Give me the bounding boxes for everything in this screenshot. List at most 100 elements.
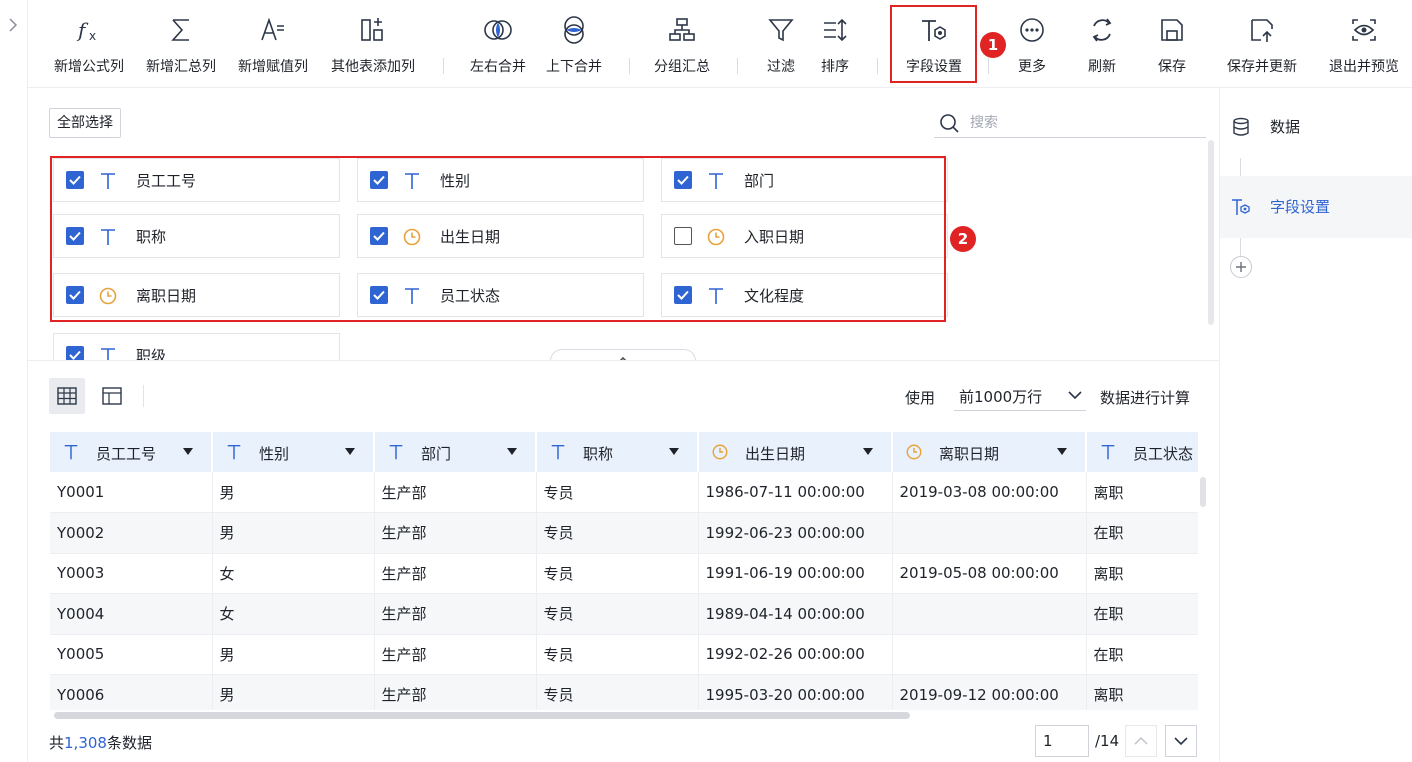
date-field-icon bbox=[905, 443, 923, 461]
group-summary-button[interactable]: 分组汇总 bbox=[645, 0, 719, 88]
field-search[interactable] bbox=[934, 108, 1206, 138]
toolbar-divider bbox=[877, 58, 878, 74]
caret-down-icon[interactable] bbox=[1057, 448, 1067, 456]
column-header[interactable]: 员工状态 bbox=[1086, 432, 1198, 472]
text-field-icon bbox=[1099, 443, 1117, 461]
save-and-update-button[interactable]: 保存并更新 bbox=[1216, 0, 1308, 88]
row-limit-select[interactable]: 前1000万行 bbox=[954, 381, 1086, 411]
table-cell: 生产部 bbox=[374, 674, 537, 710]
table-cell: Y0004 bbox=[50, 593, 213, 635]
table-cell: 1992-02-26 00:00:00 bbox=[698, 634, 893, 675]
step-connector bbox=[1240, 238, 1241, 256]
caret-down-icon[interactable] bbox=[863, 448, 873, 456]
field-panel-scrollbar[interactable] bbox=[1208, 140, 1214, 325]
page-number-input[interactable]: 1 bbox=[1035, 725, 1089, 757]
table-row: Y0004 女生产部 专员 1989-04-14 00:00:00 在职 bbox=[50, 593, 1198, 635]
step-field-settings[interactable]: 字段设置 bbox=[1220, 176, 1412, 238]
column-header[interactable]: 员工工号 bbox=[50, 432, 213, 472]
table-cell: 男 bbox=[212, 634, 375, 675]
add-step-button[interactable] bbox=[1230, 256, 1252, 278]
table-vertical-scrollbar[interactable] bbox=[1200, 477, 1206, 507]
text-field-icon bbox=[549, 443, 567, 461]
add-other-table-column-button[interactable]: 其他表添加列 bbox=[320, 0, 426, 88]
grid-view-button[interactable] bbox=[49, 378, 85, 414]
step-data[interactable]: 数据 bbox=[1220, 96, 1412, 158]
table-cell: Y0006 bbox=[50, 674, 213, 710]
caret-down-icon[interactable] bbox=[183, 448, 193, 456]
add-assign-button[interactable]: 新增赋值列 bbox=[228, 0, 318, 88]
table-cell: 1992-06-23 00:00:00 bbox=[698, 512, 893, 554]
table-cell: 生产部 bbox=[374, 634, 537, 675]
toolbar-divider bbox=[988, 58, 989, 74]
page-total: /14 bbox=[1095, 732, 1120, 750]
table-cell: Y0002 bbox=[50, 512, 213, 554]
table-cell: 专员 bbox=[536, 512, 699, 554]
table-row: Y0003 女生产部 专员 1991-06-19 00:00:00 2019-05-08… bbox=[50, 553, 1198, 594]
column-header-label: 员工工号 bbox=[96, 445, 157, 463]
table-cell: 男 bbox=[212, 512, 375, 554]
field-name: 职级 bbox=[136, 347, 167, 360]
merge-left-right-button[interactable]: 左右合并 bbox=[461, 0, 535, 88]
merge-top-bottom-button[interactable]: 上下合并 bbox=[537, 0, 611, 88]
column-header[interactable]: 性别 bbox=[212, 432, 375, 472]
calc-label: 数据进行计算 bbox=[1100, 389, 1191, 407]
step-connector bbox=[1240, 158, 1241, 176]
prev-page-button[interactable] bbox=[1125, 725, 1157, 757]
toolbar: f x 新增公式列 新增汇总列 新增赋值列 其他表添加列 左右合并 上下合并 分… bbox=[28, 0, 1412, 88]
save-update-icon bbox=[1251, 19, 1273, 42]
field-list-highlight bbox=[50, 156, 946, 322]
add-formula-button[interactable]: f x 新增公式列 bbox=[44, 0, 134, 88]
total-count: 共1,308条数据 bbox=[49, 734, 152, 752]
chevron-up-icon bbox=[1134, 736, 1148, 745]
table-horizontal-scrollbar[interactable] bbox=[54, 712, 910, 719]
column-header[interactable]: 职称 bbox=[536, 432, 699, 472]
use-label: 使用 bbox=[905, 389, 936, 407]
search-icon bbox=[940, 114, 959, 133]
data-table: 员工工号 性别 部门 职称 出生日期 离职日期 员工状态 Y0001 男生产部 专员 1986-0… bbox=[50, 432, 1198, 710]
more-button[interactable]: 更多 bbox=[1007, 0, 1057, 88]
select-all-button[interactable]: 全部选择 bbox=[49, 108, 121, 138]
table-row: Y0002 男生产部 专员 1992-06-23 00:00:00 在职 bbox=[50, 512, 1198, 554]
search-input[interactable] bbox=[970, 111, 1200, 135]
table-row: Y0005 男生产部 专员 1992-02-26 00:00:00 在职 bbox=[50, 634, 1198, 675]
table-row: Y0006 男生产部 专员 1995-03-20 00:00:00 2019-09-12… bbox=[50, 674, 1198, 710]
left-collapse-strip[interactable] bbox=[0, 0, 28, 762]
text-field-icon bbox=[62, 443, 80, 461]
table-cell: 男 bbox=[212, 674, 375, 710]
table-cell: 2019-03-08 00:00:00 bbox=[892, 472, 1087, 513]
chevron-right-icon[interactable] bbox=[8, 18, 18, 32]
caret-down-icon[interactable] bbox=[669, 448, 679, 456]
field-card[interactable]: 职级 bbox=[53, 333, 340, 360]
more-icon bbox=[1020, 18, 1044, 42]
add-summary-button[interactable]: 新增汇总列 bbox=[136, 0, 226, 88]
table-header-row: 员工工号 性别 部门 职称 出生日期 离职日期 员工状态 bbox=[50, 432, 1198, 472]
merge-horizontal-icon bbox=[484, 20, 512, 40]
filter-icon bbox=[768, 19, 794, 42]
table-cell: 在职 bbox=[1086, 593, 1198, 635]
column-header[interactable]: 离职日期 bbox=[892, 432, 1087, 472]
collapse-panel-handle[interactable] bbox=[550, 349, 696, 360]
column-header[interactable]: 部门 bbox=[374, 432, 537, 472]
sort-button[interactable]: 排序 bbox=[810, 0, 860, 88]
exit-and-preview-button[interactable]: 退出并预览 bbox=[1318, 0, 1410, 88]
table-cell: Y0001 bbox=[50, 472, 213, 513]
date-field-icon bbox=[711, 443, 729, 461]
table-cell: Y0003 bbox=[50, 553, 213, 594]
save-button[interactable]: 保存 bbox=[1147, 0, 1197, 88]
group-icon bbox=[669, 18, 695, 41]
column-header[interactable]: 出生日期 bbox=[698, 432, 893, 472]
table-cell: 离职 bbox=[1086, 472, 1198, 513]
table-cell: 生产部 bbox=[374, 593, 537, 635]
table-cell: 专员 bbox=[536, 553, 699, 594]
table-cell bbox=[892, 593, 1087, 635]
caret-down-icon[interactable] bbox=[345, 448, 355, 456]
caret-down-icon[interactable] bbox=[507, 448, 517, 456]
column-header-label: 出生日期 bbox=[745, 445, 806, 463]
refresh-button[interactable]: 刷新 bbox=[1077, 0, 1127, 88]
table-grid-icon bbox=[57, 387, 77, 405]
next-page-button[interactable] bbox=[1165, 725, 1197, 757]
filter-button[interactable]: 过滤 bbox=[756, 0, 806, 88]
layout-view-button[interactable] bbox=[94, 378, 130, 414]
formula-icon: f x bbox=[76, 18, 96, 43]
checkbox-checked[interactable] bbox=[66, 346, 84, 360]
